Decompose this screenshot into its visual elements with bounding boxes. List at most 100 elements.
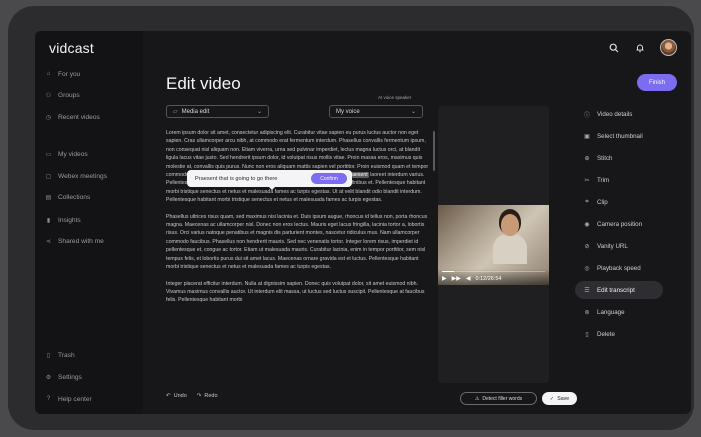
chevron-down-icon: ⌄: [256, 109, 262, 115]
clip-icon: ⌗: [585, 198, 589, 205]
play-icon[interactable]: ▶: [442, 275, 447, 282]
menu-item-delete[interactable]: ▯ Delete: [575, 325, 663, 343]
sidebar-item-label: Shared with me: [58, 237, 104, 245]
edit-options-menu: ⓘ Video details ▣ Select thumbnail ⊕ Stitch…: [575, 105, 665, 347]
trim-icon: ✂: [584, 177, 590, 184]
sidebar-item-recent-videos[interactable]: ◷ Recent videos: [45, 111, 100, 123]
voice-select[interactable]: My voice ⌄: [329, 105, 423, 118]
info-icon: ⓘ: [583, 112, 590, 119]
undo-redo-group: ↶ Undo ↷ Redo: [166, 393, 218, 399]
help-icon: ?: [46, 396, 51, 402]
sidebar-item-help-center[interactable]: ? Help center: [45, 393, 92, 405]
menu-item-label: Trim: [597, 176, 610, 184]
undo-button[interactable]: ↶ Undo: [166, 393, 187, 399]
sidebar-item-insights[interactable]: ▮ Insights: [45, 214, 81, 226]
detect-label: Detect filler words: [482, 395, 523, 402]
main-content: Edit video Finish AI voice speaker ▱ Med…: [143, 31, 691, 414]
top-bar-icons: [608, 39, 677, 56]
search-icon[interactable]: [608, 42, 620, 54]
progress-bar[interactable]: [442, 270, 545, 272]
menu-item-edit-transcript[interactable]: ☰ Edit transcript: [575, 281, 663, 299]
sidebar-item-label: Help center: [58, 395, 92, 403]
menu-item-select-thumbnail[interactable]: ▣ Select thumbnail: [575, 127, 663, 145]
check-icon: ✓: [549, 395, 555, 402]
popup-pointer: [268, 186, 276, 190]
menu-item-label: Stitch: [597, 154, 613, 162]
forward-icon[interactable]: ▶▶: [452, 275, 461, 282]
insights-icon: ▮: [46, 217, 51, 224]
collections-icon: ▤: [45, 194, 52, 201]
chevron-down-icon: ⌄: [410, 109, 416, 115]
transcript-icon: ☰: [584, 287, 590, 294]
editor-scrollbar[interactable]: [433, 131, 435, 171]
home-icon: ⌂: [46, 71, 51, 77]
mode-select-value: Media edit: [181, 108, 210, 115]
image-icon: ▣: [584, 133, 590, 140]
redo-icon: ↷: [196, 393, 202, 399]
menu-item-clip[interactable]: ⌗ Clip: [575, 193, 663, 211]
redo-button[interactable]: ↷ Redo: [197, 393, 218, 399]
sidebar-item-label: Trash: [58, 351, 75, 359]
menu-item-playback-speed[interactable]: ◎ Playback speed: [575, 259, 663, 277]
menu-item-label: Edit transcript: [597, 286, 635, 294]
sidebar-item-label: Insights: [58, 216, 81, 224]
edit-icon: ▱: [173, 109, 178, 115]
video-preview-panel: ▶ ▶▶ ◀ 0:12/26:54: [438, 106, 549, 383]
confirm-button[interactable]: Confirm: [311, 173, 347, 184]
transcript-paragraph: Integer placerat efficitur interdum. Nul…: [166, 280, 425, 304]
finish-button[interactable]: Finish: [637, 74, 677, 91]
link-icon: ⊘: [584, 243, 590, 250]
undo-icon: ↶: [166, 393, 171, 399]
save-button[interactable]: ✓ Save: [542, 392, 577, 405]
volume-icon[interactable]: ◀: [466, 275, 471, 282]
sidebar-item-label: Groups: [58, 91, 80, 99]
undo-label: Undo: [173, 393, 187, 399]
menu-item-stitch[interactable]: ⊕ Stitch: [575, 149, 663, 167]
sidebar-item-groups[interactable]: ⚇ Groups: [45, 89, 80, 101]
sidebar-item-label: Webex meetings: [58, 172, 107, 180]
sidebar-item-collections[interactable]: ▤ Collections: [45, 191, 91, 203]
share-icon: ⋖: [45, 238, 52, 245]
clock-icon: ◷: [45, 114, 52, 121]
avatar[interactable]: [660, 39, 677, 56]
speaker-image: [493, 212, 527, 264]
sidebar-item-webex-meetings[interactable]: ▢ Webex meetings: [45, 170, 107, 182]
trash-icon: ▯: [46, 352, 51, 359]
sidebar-item-label: My videos: [58, 150, 88, 158]
speaker-head: [501, 214, 519, 236]
meetings-icon: ▢: [45, 173, 52, 180]
app-logo[interactable]: vidcast: [49, 40, 94, 56]
menu-item-language[interactable]: ⊛ Language: [575, 303, 663, 321]
sidebar-item-for-you[interactable]: ⌂ For you: [45, 68, 81, 80]
sidebar-item-label: Settings: [58, 373, 82, 381]
speed-icon: ◎: [584, 265, 590, 272]
menu-item-vanity-url[interactable]: ⊘ Vanity URL: [575, 237, 663, 255]
menu-item-trim[interactable]: ✂ Trim: [575, 171, 663, 189]
editor-fade: [166, 356, 431, 380]
sidebar-item-trash[interactable]: ▯ Trash: [45, 349, 75, 361]
transcript-paragraph: Lorem ipsum dolor sit amet, consectetur …: [166, 129, 431, 205]
speaker-body: [493, 234, 527, 264]
detect-filler-words-button[interactable]: ⚠ Detect filler words: [460, 392, 537, 405]
sidebar-item-settings[interactable]: ⚙ Settings: [45, 371, 82, 383]
sidebar-item-label: For you: [58, 70, 81, 78]
trash-icon: ▯: [585, 331, 589, 338]
sidebar-item-my-videos[interactable]: ▭ My videos: [45, 148, 88, 160]
video-player[interactable]: ▶ ▶▶ ◀ 0:12/26:54: [438, 205, 549, 285]
mode-select[interactable]: ▱ Media edit ⌄: [166, 105, 269, 118]
progress-fill: [442, 270, 455, 272]
sidebar-item-shared-with-me[interactable]: ⋖ Shared with me: [45, 235, 104, 247]
popup-input[interactable]: Praesent that is going to go there: [195, 176, 277, 182]
time-display: 0:12/26:54: [475, 275, 502, 282]
bell-icon[interactable]: [634, 42, 646, 54]
menu-item-camera-position[interactable]: ◉ Camera position: [575, 215, 663, 233]
menu-item-label: Clip: [597, 198, 608, 206]
menu-item-label: Video details: [597, 110, 633, 118]
transcript-editor[interactable]: Lorem ipsum dolor sit amet, consectetur …: [166, 129, 431, 379]
menu-item-video-details[interactable]: ⓘ Video details: [575, 105, 663, 123]
menu-item-label: Select thumbnail: [597, 132, 643, 140]
video-icon: ▭: [45, 151, 52, 158]
device-frame: vidcast ⌂ For you ⚇ Groups ◷ Recent vide…: [8, 6, 694, 430]
replace-word-popup: Praesent that is going to go there Confi…: [187, 170, 352, 187]
warning-icon: ⚠: [474, 395, 480, 402]
